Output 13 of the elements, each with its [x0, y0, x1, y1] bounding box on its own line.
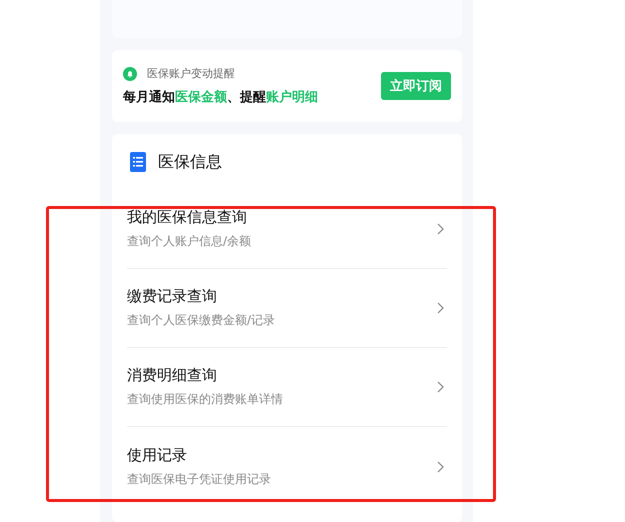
menu-item[interactable]: 我的医保信息查询 查询个人账户信息/余额 — [127, 190, 447, 269]
section-title: 医保信息 — [158, 152, 222, 172]
notice-title: 医保账户变动提醒 — [147, 66, 235, 81]
menu-item[interactable]: 缴费记录查询 查询个人医保缴费金额/记录 — [127, 269, 447, 348]
chevron-icon — [437, 302, 444, 314]
menu-item[interactable]: 消费明细查询 查询使用医保的消费账单详情 — [127, 348, 447, 427]
chevron-icon — [437, 460, 444, 472]
menu-item[interactable]: 使用记录 查询医保电子凭证使用记录 — [127, 427, 447, 506]
document-icon — [130, 152, 146, 172]
chevron-icon — [437, 381, 444, 393]
notice-message: 每月通知医保金额、提醒账户明细 — [123, 88, 318, 106]
bell-icon — [123, 66, 137, 80]
chevron-icon — [437, 223, 444, 235]
